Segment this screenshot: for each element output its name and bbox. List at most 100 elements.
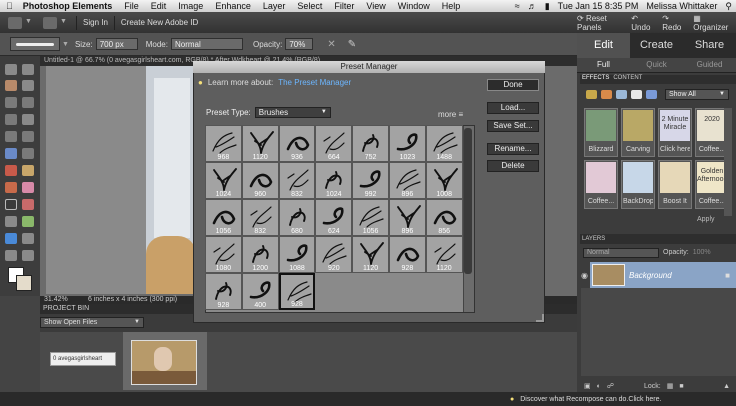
brush-preset-item[interactable]: 752: [352, 125, 389, 162]
opacity-field[interactable]: 70%: [285, 38, 314, 50]
project-bin-dropdown[interactable]: Show Open Files ▼: [40, 317, 144, 328]
zoom-readout[interactable]: 31.42%: [44, 296, 84, 304]
preset-manager-link[interactable]: The Preset Manager: [278, 78, 351, 87]
brush-preset-item[interactable]: 664: [315, 125, 353, 162]
chevron-down-icon[interactable]: ▼: [25, 18, 35, 28]
blend-mode-select[interactable]: Normal: [583, 247, 659, 258]
brush-preset-item[interactable]: 896: [388, 199, 426, 236]
brush-preset-item[interactable]: 920: [315, 236, 353, 273]
spot-healing-tool-icon[interactable]: [22, 165, 34, 176]
apple-icon[interactable]: : [0, 1, 19, 11]
brush-preset-item[interactable]: 680: [278, 199, 316, 236]
tab-full[interactable]: Full: [577, 58, 630, 72]
zoom-tool-icon[interactable]: [22, 64, 34, 75]
brush-preset-item[interactable]: 1080: [205, 236, 242, 273]
brush-preset-item[interactable]: 1024: [205, 162, 242, 199]
organizer-button[interactable]: ▦ Organizer: [693, 14, 730, 32]
done-button[interactable]: Done: [487, 79, 539, 91]
bin-item-photo[interactable]: [131, 340, 197, 385]
menu-file[interactable]: File: [118, 1, 145, 11]
home-icon[interactable]: [8, 16, 22, 29]
arrange-icon[interactable]: [43, 16, 57, 29]
eraser-tool-icon[interactable]: [22, 182, 34, 193]
clock[interactable]: Tue Jan 15 8:35 PM: [554, 1, 643, 11]
themes-icon[interactable]: [646, 89, 657, 99]
brush-preset-item[interactable]: 928: [278, 273, 316, 310]
hand-tool-icon[interactable]: [5, 80, 17, 91]
brush-preset-item[interactable]: 960: [241, 162, 279, 199]
menu-help[interactable]: Help: [436, 1, 467, 11]
tab-quick[interactable]: Quick: [630, 58, 683, 72]
new-layer-icon[interactable]: ▣: [584, 382, 591, 390]
lock-all-icon[interactable]: ■: [679, 383, 683, 390]
brush-preset-item[interactable]: 1023: [388, 125, 426, 162]
sponge-tool-icon[interactable]: [5, 250, 17, 261]
menu-select[interactable]: Select: [291, 1, 328, 11]
menu-view[interactable]: View: [360, 1, 391, 11]
brush-preset-item[interactable]: 928: [205, 273, 242, 310]
document-canvas[interactable]: [46, 66, 196, 294]
tablet-options-icon[interactable]: ✎: [348, 39, 356, 50]
delete-button[interactable]: Delete: [487, 160, 539, 172]
brush-preset-item[interactable]: 856: [425, 199, 463, 236]
chevron-down-icon[interactable]: ▼: [60, 18, 70, 28]
preset-type-select[interactable]: Brushes ▼: [254, 107, 331, 118]
layer-opacity-field[interactable]: 100%: [693, 249, 711, 256]
eyedropper-tool-icon[interactable]: [22, 80, 34, 91]
background-color-swatch[interactable]: [16, 275, 32, 291]
lock-pixels-icon[interactable]: ▦: [667, 382, 674, 390]
menu-edit[interactable]: Edit: [145, 1, 173, 11]
smart-brush-tool-icon[interactable]: [22, 199, 34, 210]
effect-thumbnail[interactable]: Carving: [621, 108, 655, 157]
create-id-link[interactable]: Create New Adobe ID: [121, 18, 198, 27]
rename-button[interactable]: Rename...: [487, 143, 539, 155]
brush-preset-item[interactable]: 400: [241, 273, 279, 310]
lasso-tool-icon[interactable]: [22, 97, 34, 108]
mode-select[interactable]: Normal: [170, 38, 243, 50]
photo-effects-icon[interactable]: [586, 89, 597, 99]
menu-enhance[interactable]: Enhance: [209, 1, 257, 11]
battery-icon[interactable]: ▮: [541, 1, 554, 12]
tip-text[interactable]: Discover what Recompose can do.Click her…: [520, 396, 661, 403]
brush-preset-item[interactable]: 1088: [278, 236, 316, 273]
brush-preview[interactable]: [10, 37, 60, 51]
brush-preset-item[interactable]: 832: [241, 199, 279, 236]
effect-thumbnail[interactable]: Boost It: [658, 160, 692, 209]
undo-button[interactable]: ↶ Undo: [631, 14, 654, 32]
brush-preset-item[interactable]: 1120: [425, 236, 463, 273]
brush-preset-item[interactable]: 1056: [205, 199, 242, 236]
show-all-select[interactable]: Show All ▼: [665, 88, 729, 100]
effect-thumbnail[interactable]: Coffee...: [584, 160, 618, 209]
filters-icon[interactable]: [601, 89, 612, 99]
brush-preset-item[interactable]: 1008: [425, 162, 463, 199]
brush-preset-item[interactable]: 624: [315, 199, 353, 236]
trash-icon[interactable]: ▲: [723, 383, 730, 390]
brush-preset-item[interactable]: 992: [352, 162, 389, 199]
tab-edit[interactable]: Edit: [577, 33, 630, 58]
brush-preset-item[interactable]: 1120: [352, 236, 389, 273]
brush-preset-item[interactable]: 1056: [352, 199, 389, 236]
cookie-cutter-tool-icon[interactable]: [5, 148, 17, 159]
tab-guided[interactable]: Guided: [683, 58, 736, 72]
save-set-button[interactable]: Save Set...: [487, 120, 539, 132]
blur-tool-icon[interactable]: [22, 233, 34, 244]
brush-picker-dropdown[interactable]: ▼: [62, 41, 69, 48]
menu-window[interactable]: Window: [392, 1, 436, 11]
layers-panel-header[interactable]: LAYERS: [580, 234, 736, 244]
brush-preset-item[interactable]: 1024: [315, 162, 353, 199]
paint-bucket-tool-icon[interactable]: [5, 216, 17, 227]
apply-button[interactable]: Apply: [697, 216, 715, 223]
link-layers-icon[interactable]: ☍: [607, 382, 614, 390]
size-field[interactable]: 700 px: [95, 38, 138, 50]
bin-item-untitled[interactable]: 0 avegasgirlsheart: [50, 352, 116, 366]
tab-share[interactable]: Share: [683, 33, 736, 58]
resize-grip-icon[interactable]: [536, 314, 544, 322]
brush-preset-item[interactable]: 1120: [241, 125, 279, 162]
straighten-tool-icon[interactable]: [22, 148, 34, 159]
redo-button[interactable]: ↷ Redo: [662, 14, 685, 32]
effect-thumbnail[interactable]: BackDrop Fix: [621, 160, 655, 209]
tab-create[interactable]: Create: [630, 33, 683, 58]
spotlight-icon[interactable]: ⚲: [721, 1, 736, 12]
tab-content[interactable]: CONTENT: [613, 75, 642, 84]
brush-preset-item[interactable]: 936: [278, 125, 316, 162]
